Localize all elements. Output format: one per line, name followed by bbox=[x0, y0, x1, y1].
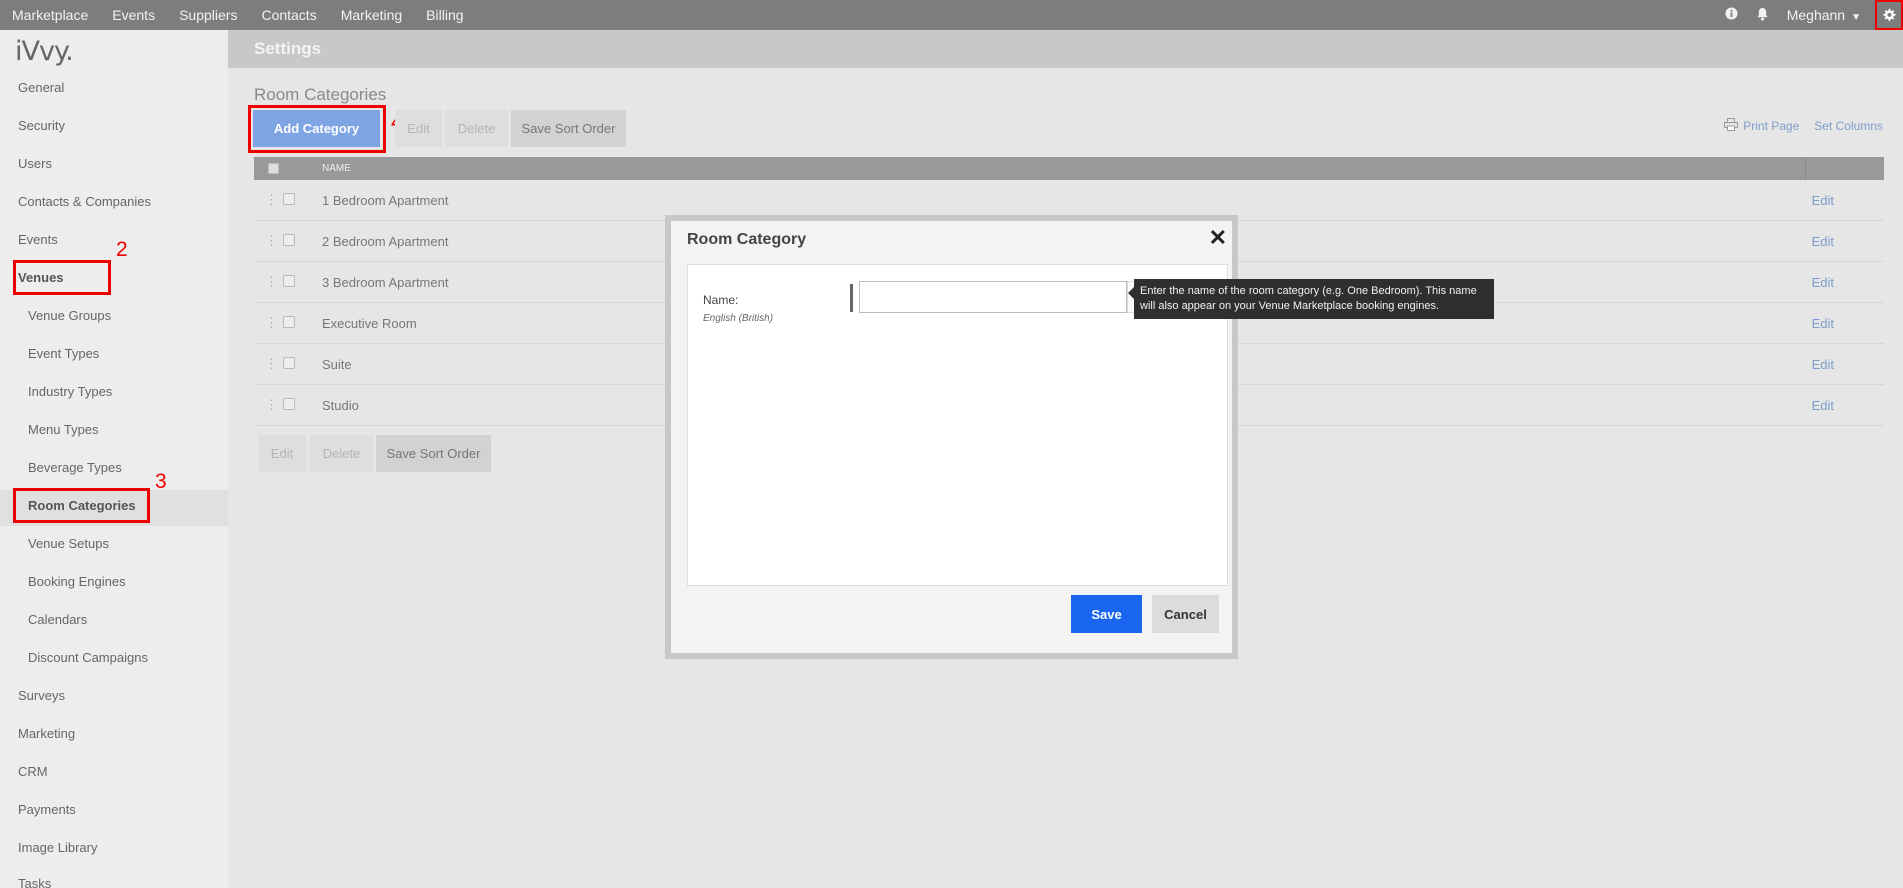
row-edit-link[interactable]: Edit bbox=[1812, 193, 1834, 208]
sidebar-item-industry-types[interactable]: Industry Types bbox=[28, 384, 112, 399]
annotation-2: 2 bbox=[116, 238, 128, 261]
column-divider bbox=[1805, 157, 1806, 180]
ivvy-logo: iVvy. bbox=[15, 36, 74, 67]
sidebar-item-menu-types[interactable]: Menu Types bbox=[28, 422, 99, 437]
set-columns-link[interactable]: Set Columns bbox=[1814, 119, 1883, 133]
sidebar-item-tasks[interactable]: Tasks bbox=[18, 876, 51, 888]
row-edit-link[interactable]: Edit bbox=[1812, 234, 1834, 249]
annotation-3: 3 bbox=[155, 470, 167, 493]
row-checkbox[interactable] bbox=[283, 234, 295, 246]
row-name: 3 Bedroom Apartment bbox=[322, 275, 449, 290]
settings-gear-button[interactable] bbox=[1875, 0, 1903, 30]
sidebar-item-general[interactable]: General bbox=[18, 80, 64, 95]
table-header: NAME bbox=[254, 157, 1884, 180]
save-sort-order-button[interactable]: Save Sort Order bbox=[511, 110, 626, 147]
bell-icon[interactable] bbox=[1756, 7, 1769, 24]
row-edit-link[interactable]: Edit bbox=[1812, 275, 1834, 290]
top-nav: Marketplace Events Suppliers Contacts Ma… bbox=[0, 0, 488, 30]
row-edit-link[interactable]: Edit bbox=[1812, 316, 1834, 331]
sidebar-item-surveys[interactable]: Surveys bbox=[18, 688, 65, 703]
edit-button[interactable]: Edit bbox=[395, 110, 442, 147]
name-label: Name: bbox=[703, 293, 739, 307]
annotation-box-room-categories bbox=[13, 488, 150, 523]
sidebar-item-booking-engines[interactable]: Booking Engines bbox=[28, 574, 126, 589]
tooltip-text: Enter the name of the room category (e.g… bbox=[1140, 285, 1477, 312]
name-tooltip: Enter the name of the room category (e.g… bbox=[1128, 279, 1494, 319]
printer-icon[interactable] bbox=[1724, 118, 1739, 134]
sidebar-item-payments[interactable]: Payments bbox=[18, 802, 76, 817]
sidebar-item-crm[interactable]: CRM bbox=[18, 764, 48, 779]
row-edit-link[interactable]: Edit bbox=[1812, 357, 1834, 372]
dialog-title: Room Category bbox=[687, 231, 807, 248]
user-menu[interactable]: Meghann ▼ bbox=[1787, 7, 1861, 23]
row-name: 1 Bedroom Apartment bbox=[322, 193, 449, 208]
info-icon[interactable] bbox=[1725, 7, 1738, 23]
gear-icon bbox=[1883, 8, 1896, 21]
sidebar-item-beverage-types[interactable]: Beverage Types bbox=[28, 460, 122, 475]
sidebar-item-users[interactable]: Users bbox=[18, 156, 52, 171]
top-bar: Marketplace Events Suppliers Contacts Ma… bbox=[0, 0, 1903, 30]
cancel-button[interactable]: Cancel bbox=[1152, 595, 1219, 633]
bottom-save-sort-order-button[interactable]: Save Sort Order bbox=[376, 435, 491, 472]
nav-suppliers[interactable]: Suppliers bbox=[179, 7, 237, 23]
nav-marketplace[interactable]: Marketplace bbox=[12, 7, 88, 23]
bottom-delete-button[interactable]: Delete bbox=[310, 435, 373, 472]
annotation-box-add-category bbox=[248, 105, 386, 153]
print-page-link[interactable]: Print Page bbox=[1743, 119, 1799, 133]
row-name: 2 Bedroom Apartment bbox=[322, 234, 449, 249]
sidebar-item-event-types[interactable]: Event Types bbox=[28, 346, 99, 361]
row-name: Executive Room bbox=[322, 316, 417, 331]
sidebar-item-security[interactable]: Security bbox=[18, 118, 65, 133]
row-checkbox[interactable] bbox=[283, 357, 295, 369]
nav-billing[interactable]: Billing bbox=[426, 7, 463, 23]
annotation-box-venues bbox=[13, 260, 111, 295]
sidebar-item-image-library[interactable]: Image Library bbox=[18, 840, 97, 855]
row-name: Suite bbox=[322, 357, 352, 372]
sidebar-item-discount-campaigns[interactable]: Discount Campaigns bbox=[28, 650, 148, 665]
page-actions: Print Page Set Columns bbox=[1724, 118, 1883, 134]
row-checkbox[interactable] bbox=[283, 275, 295, 287]
nav-events[interactable]: Events bbox=[112, 7, 155, 23]
chevron-down-icon: ▼ bbox=[1851, 12, 1861, 23]
page-header: Settings bbox=[228, 30, 1903, 68]
column-header-name[interactable]: NAME bbox=[322, 163, 351, 174]
row-checkbox[interactable] bbox=[283, 398, 295, 410]
close-icon[interactable]: ✕ bbox=[1209, 225, 1227, 251]
delete-button[interactable]: Delete bbox=[445, 110, 508, 147]
nav-contacts[interactable]: Contacts bbox=[261, 7, 316, 23]
tooltip-arrow bbox=[1128, 287, 1134, 299]
nav-marketing[interactable]: Marketing bbox=[341, 7, 402, 23]
language-label: English (British) bbox=[703, 313, 774, 324]
sidebar: iVvy. General Security Users Contacts & … bbox=[0, 30, 228, 888]
save-button[interactable]: Save bbox=[1071, 595, 1142, 633]
row-checkbox[interactable] bbox=[283, 316, 295, 328]
required-indicator bbox=[850, 284, 853, 312]
row-edit-link[interactable]: Edit bbox=[1812, 398, 1834, 413]
section-title: Room Categories bbox=[254, 85, 387, 104]
select-all-checkbox[interactable] bbox=[268, 163, 279, 174]
sidebar-item-events[interactable]: Events bbox=[18, 232, 58, 247]
page-title: Settings bbox=[254, 39, 322, 58]
bottom-edit-button[interactable]: Edit bbox=[258, 435, 306, 472]
sidebar-item-venue-setups[interactable]: Venue Setups bbox=[28, 536, 109, 551]
name-input[interactable] bbox=[859, 281, 1127, 313]
user-name: Meghann bbox=[1786, 7, 1846, 23]
sidebar-item-marketing[interactable]: Marketing bbox=[18, 726, 75, 741]
row-checkbox[interactable] bbox=[283, 193, 295, 205]
top-right-controls: Meghann ▼ bbox=[1725, 0, 1903, 30]
sidebar-item-contacts-companies[interactable]: Contacts & Companies bbox=[18, 194, 151, 209]
row-name: Studio bbox=[322, 398, 359, 413]
sidebar-item-venue-groups[interactable]: Venue Groups bbox=[28, 308, 111, 323]
sidebar-item-calendars[interactable]: Calendars bbox=[28, 612, 87, 627]
